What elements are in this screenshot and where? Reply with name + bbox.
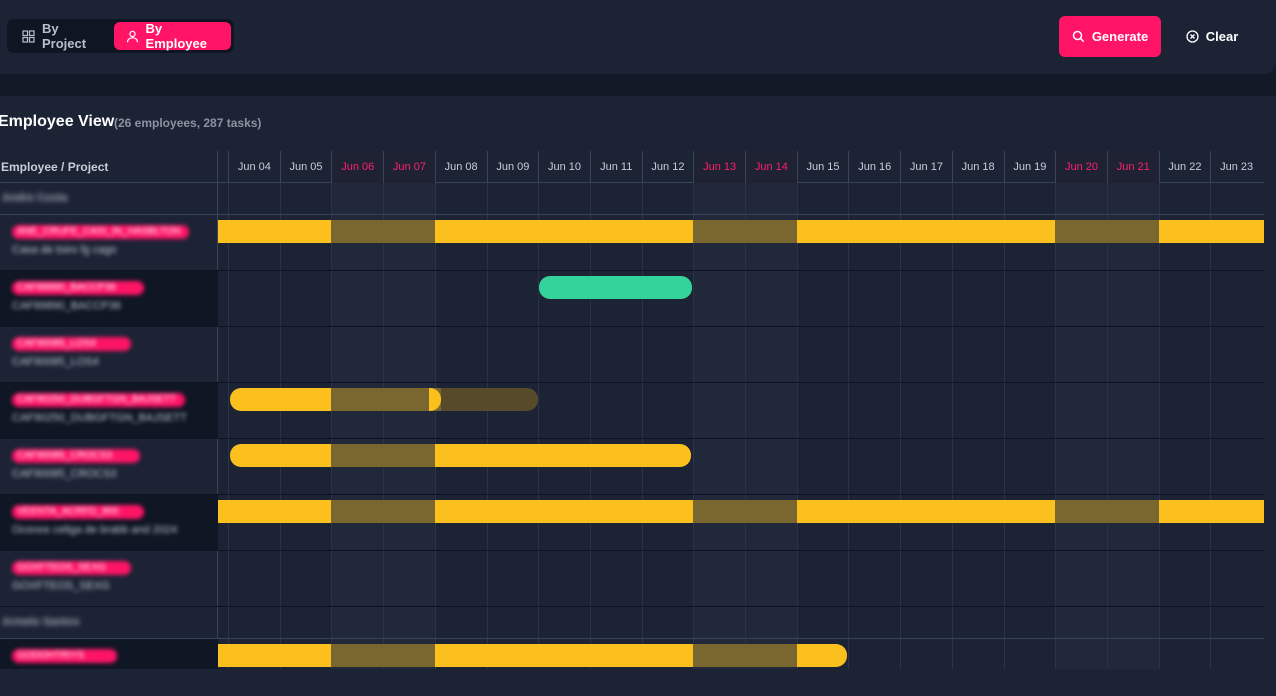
row-label-cell: CAF90250_DUBGFTGN_BAJSETT CAF90250_DUBGFT… <box>0 383 218 439</box>
task-bar[interactable] <box>693 220 797 243</box>
project-name: CAF89890_BACCP36 <box>12 300 121 312</box>
task-bar[interactable] <box>218 500 332 523</box>
grid-icon <box>22 29 35 43</box>
task-bar[interactable] <box>230 388 332 411</box>
user-icon <box>126 30 139 43</box>
task-bar[interactable] <box>539 276 693 299</box>
task-bar[interactable] <box>434 644 694 667</box>
clear-label: Clear <box>1205 29 1239 44</box>
employee-row[interactable]: CAF90085_LOS4 CAF90085_LOS4 <box>0 327 1264 383</box>
task-bar[interactable] <box>434 444 692 467</box>
view-summary: (26 employees, 287 tasks) <box>114 116 262 130</box>
task-bar[interactable] <box>218 644 332 667</box>
project-name: CAF90085_LOS4 <box>12 356 99 368</box>
date-header-cell: Jun 09 <box>486 151 539 183</box>
date-header-cell: Jun 08 <box>434 151 487 183</box>
project-name: GOXFTEOS_SEXG <box>12 580 110 592</box>
view-toggle: By Project By Employee <box>7 19 234 53</box>
employee-name: GODOHTRIYS <box>12 649 117 663</box>
group-row: Armelo Santos <box>0 607 1264 639</box>
employee-name: CAF89890_BACCP36 <box>12 281 144 295</box>
generate-label: Generate <box>1091 29 1149 44</box>
task-bar[interactable] <box>331 388 441 411</box>
employee-name: CAF90085_CROCS3 <box>12 449 140 463</box>
date-header-cell: Jun 14 <box>745 151 797 183</box>
date-header-cell: Jun 11 <box>589 151 642 183</box>
employee-name: GOXFTEOS_SEXG <box>12 561 131 575</box>
employee-name: CAF90085_LOS4 <box>12 337 131 351</box>
by-project-label: By Project <box>42 21 87 51</box>
task-bar[interactable] <box>796 220 1056 243</box>
date-header-cell: Jun 12 <box>641 151 694 183</box>
task-bar[interactable] <box>440 388 539 411</box>
date-header-cell: Jun 06 <box>331 151 384 183</box>
task-bar[interactable] <box>434 500 694 523</box>
clear-button[interactable]: Clear <box>1177 16 1247 57</box>
task-bar[interactable] <box>331 500 435 523</box>
page-title: Employee View <box>0 113 115 130</box>
date-header-cell: Jun 16 <box>848 151 900 183</box>
generate-button[interactable]: Generate <box>1059 16 1161 57</box>
row-label-cell: CAF90085_CROCS3 CAF90085_CROCS3 <box>0 439 218 495</box>
close-circle-icon <box>1186 30 1199 43</box>
date-header-cell: Jun 20 <box>1055 151 1107 183</box>
task-bar[interactable] <box>331 444 435 467</box>
by-employee-label: By Employee <box>145 21 207 51</box>
project-name: CAF90085_CROCS3 <box>12 468 117 480</box>
column-header: Employee / Project <box>0 151 217 183</box>
gantt-grid: Employee / Project Jun 04 Jun 05 Jun 06 Jun… <box>0 151 1264 669</box>
date-header-cell: Jun 15 <box>796 151 849 183</box>
task-bar[interactable] <box>1158 220 1264 243</box>
by-employee-tab[interactable]: By Employee <box>113 21 231 51</box>
task-bar[interactable] <box>1055 500 1159 523</box>
group-label: Armelo Santos <box>2 616 80 628</box>
task-bar[interactable] <box>1055 220 1159 243</box>
project-name: CAF90250_DUBGFTGN_BAJSETT <box>12 412 187 424</box>
task-bar[interactable] <box>796 644 848 667</box>
date-header-cell: Jun 23 <box>1210 151 1262 183</box>
date-header-cell: Jun 04 <box>228 151 280 183</box>
group-label: Andre Costa <box>2 192 68 204</box>
row-label-cell: CAF89890_BACCP36 CAF89890_BACCP36 <box>0 271 218 327</box>
by-project-tab[interactable]: By Project <box>10 21 114 51</box>
search-icon <box>1072 30 1085 43</box>
group-row: Andre Costa <box>0 183 1264 215</box>
employee-row[interactable]: GOXFTEOS_SEXG GOXFTEOS_SEXG <box>0 551 1264 607</box>
employee-name: CAF90250_DUBGFTGN_BAJSETT <box>12 393 185 407</box>
task-bar[interactable] <box>796 500 1056 523</box>
date-header-cell: Jun 21 <box>1106 151 1159 183</box>
date-header-cell: Jun 19 <box>1003 151 1056 183</box>
task-bar[interactable] <box>693 644 797 667</box>
dates-header: Jun 04 Jun 05 Jun 06 Jun 07 Jun 08 Jun 09 Jun … <box>218 151 1264 183</box>
row-label-cell: GODOHTRIYS <box>0 639 218 669</box>
project-name: Casa de toiro fg cago <box>12 244 117 256</box>
row-label-cell: GOXFTEOS_SEXG GOXFTEOS_SEXG <box>0 551 218 607</box>
task-bar[interactable] <box>434 220 694 243</box>
task-bar[interactable] <box>331 644 435 667</box>
employee-name: VEENTA_ACRFD_900 <box>12 505 144 519</box>
task-bar[interactable] <box>693 500 797 523</box>
date-header-cell: Jun 17 <box>900 151 952 183</box>
date-header-cell: Jun 13 <box>693 151 745 183</box>
date-header-cell: Jun 05 <box>279 151 332 183</box>
date-header-cell: Jun 22 <box>1158 151 1211 183</box>
date-header-cell: Jun 10 <box>538 151 590 183</box>
employee-row[interactable]: CAF90250_DUBGFTGN_BAJSETT CAF90250_DUBGFT… <box>0 383 1264 439</box>
task-bar[interactable] <box>230 444 332 467</box>
task-bar[interactable] <box>1158 500 1264 523</box>
row-label-cell: ANE_CRUFE_CASI_IN_HASBLTON Casa de toiro … <box>0 215 218 271</box>
row-label-cell: CAF90085_LOS4 CAF90085_LOS4 <box>0 327 218 383</box>
row-label-cell: VEENTA_ACRFD_900 Oconos celiga de brabb a… <box>0 495 218 551</box>
task-bar[interactable] <box>331 220 435 243</box>
task-bar[interactable] <box>218 220 332 243</box>
date-header-cell: Jun 07 <box>383 151 435 183</box>
employee-name: ANE_CRUFE_CASI_IN_HASBLTON <box>12 225 189 239</box>
project-name: Oconos celiga de brabb and 2024 <box>12 524 178 536</box>
date-header-cell: Jun 18 <box>951 151 1004 183</box>
